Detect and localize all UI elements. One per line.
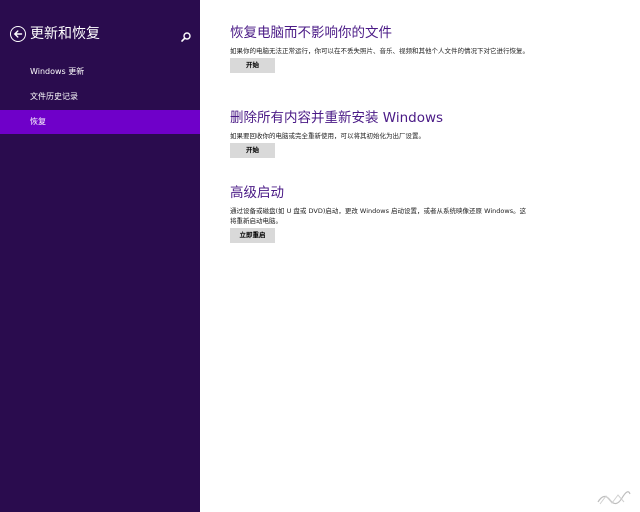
sidebar: 更新和恢复 Windows 更新 文件历史记录 恢复 <box>0 0 200 512</box>
restart-now-button[interactable]: 立即重启 <box>230 228 275 243</box>
watermark-logo <box>596 490 632 506</box>
main-content: 恢复电脑而不影响你的文件 如果你的电脑无法正常运行，你可以在不丢失照片、音乐、视… <box>200 0 640 512</box>
section-title: 高级启动 <box>230 185 284 201</box>
section-advanced-startup: 高级启动 通过设备或磁盘(如 U 盘或 DVD)启动，更改 Windows 启动… <box>230 185 560 243</box>
sidebar-header: 更新和恢复 <box>10 25 192 45</box>
section-reset-pc: 删除所有内容并重新安装 Windows 如果要回收你的电脑或完全重新使用，可以将… <box>230 110 560 158</box>
section-description: 如果要回收你的电脑或完全重新使用，可以将其初始化为出厂设置。 <box>230 132 425 140</box>
sidebar-item-windows-update[interactable]: Windows 更新 <box>0 60 200 84</box>
section-description: 通过设备或磁盘(如 U 盘或 DVD)启动，更改 Windows 启动设置，或者… <box>230 207 527 225</box>
sidebar-item-recovery[interactable]: 恢复 <box>0 110 200 134</box>
search-icon[interactable] <box>180 28 192 42</box>
reset-start-button[interactable]: 开始 <box>230 143 275 158</box>
back-arrow-icon[interactable] <box>10 26 26 42</box>
section-title: 删除所有内容并重新安装 Windows <box>230 110 444 126</box>
section-refresh-pc: 恢复电脑而不影响你的文件 如果你的电脑无法正常运行，你可以在不丢失照片、音乐、视… <box>230 25 560 73</box>
sidebar-title: 更新和恢复 <box>30 26 100 42</box>
refresh-start-button[interactable]: 开始 <box>230 58 275 73</box>
section-description: 如果你的电脑无法正常运行，你可以在不丢失照片、音乐、视频和其他个人文件的情况下对… <box>230 47 529 55</box>
section-title: 恢复电脑而不影响你的文件 <box>230 25 392 41</box>
sidebar-item-file-history[interactable]: 文件历史记录 <box>0 85 200 109</box>
